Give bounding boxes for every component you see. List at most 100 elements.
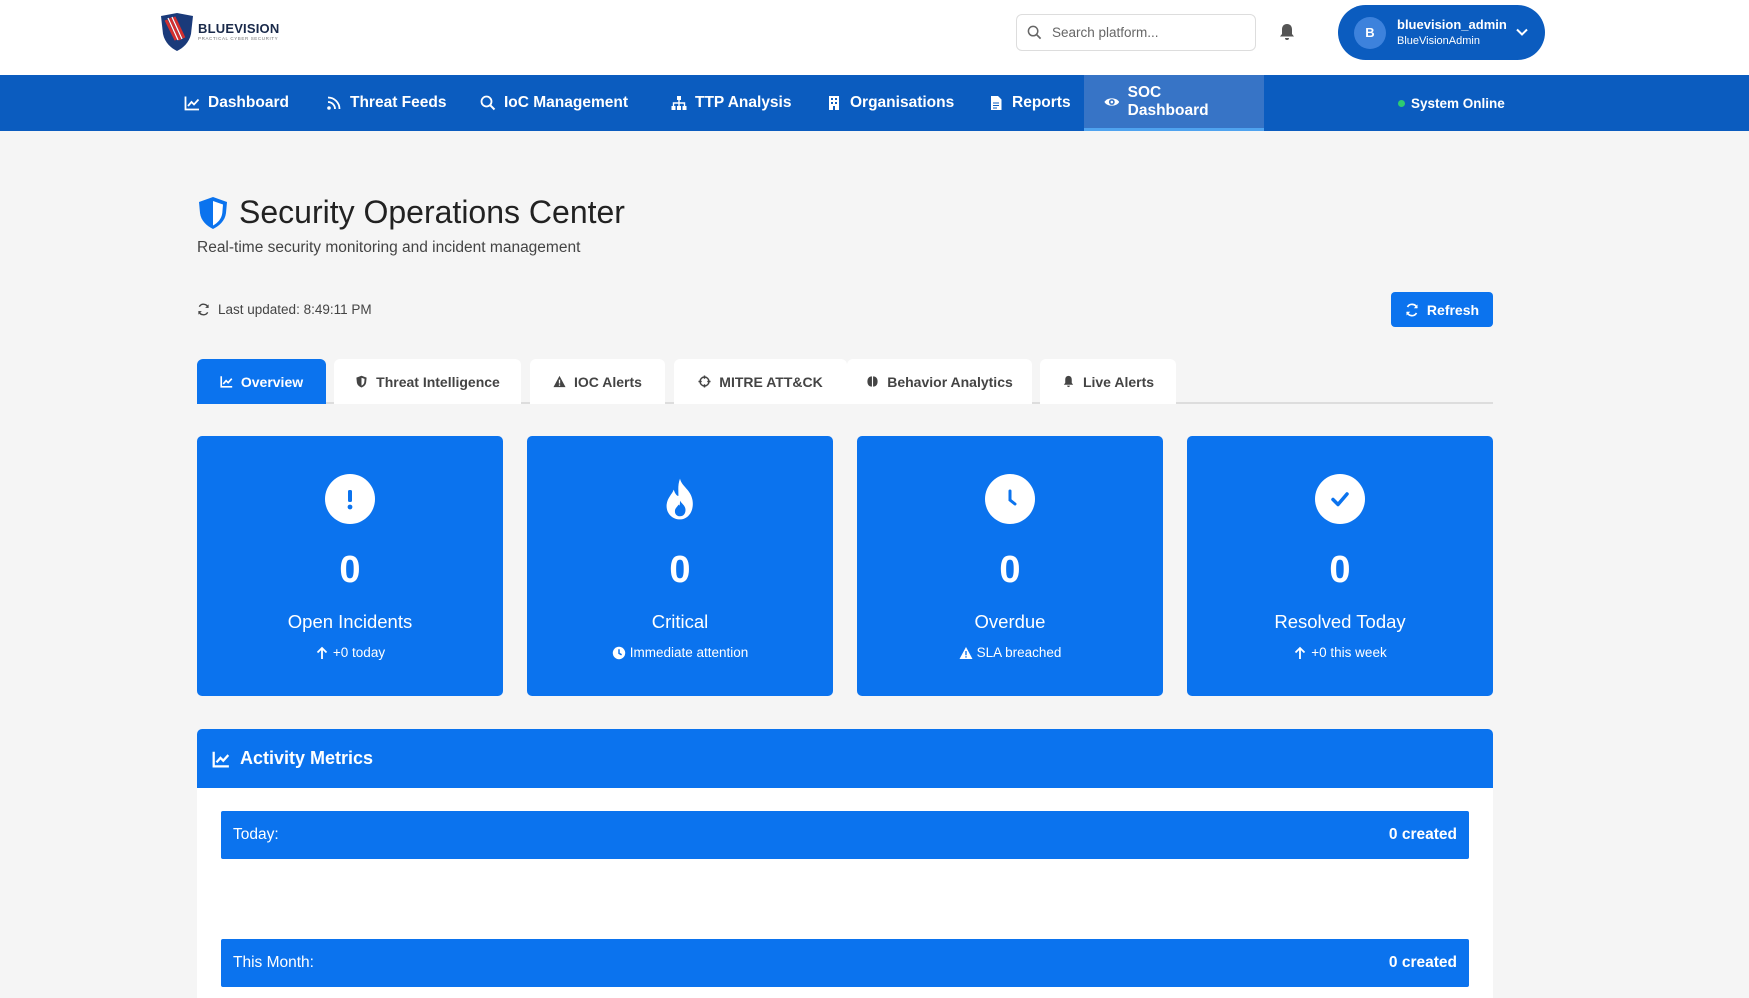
clock-icon: [985, 474, 1035, 524]
stat-sub: SLA breached: [959, 645, 1062, 660]
nav-soc-dashboard[interactable]: SOC Dashboard: [1084, 75, 1264, 131]
metric-row-today: Today: 0 created: [221, 811, 1469, 859]
nav-label: SOC Dashboard: [1127, 83, 1209, 119]
nav-ttp-analysis[interactable]: TTP Analysis: [651, 75, 811, 131]
check-icon: [1315, 474, 1365, 524]
stat-card-open-incidents: 0 Open Incidents +0 today: [197, 436, 503, 696]
metric-label: This Month:: [233, 954, 314, 971]
status-dot-icon: [1398, 99, 1405, 107]
arrow-up-icon: [316, 646, 328, 659]
search-box[interactable]: [1016, 14, 1256, 51]
tab-live-alerts[interactable]: Live Alerts: [1040, 359, 1176, 404]
tab-label: Overview: [240, 373, 304, 390]
nav-dashboard[interactable]: Dashboard: [164, 75, 309, 131]
stat-value: 0: [339, 549, 361, 591]
metric-value: 0 created: [1388, 954, 1457, 971]
page-subtitle: Real-time security monitoring and incide…: [197, 239, 581, 256]
stat-card-resolved-today: 0 Resolved Today +0 this week: [1187, 436, 1493, 696]
tab-label: Threat Intelligence: [376, 373, 500, 390]
tab-mitre-attack[interactable]: MITRE ATT&CK: [674, 359, 847, 404]
main-nav: Dashboard Threat Feeds IoC Management TT…: [0, 75, 1749, 131]
user-menu[interactable]: B bluevision_admin BlueVisionAdmin: [1338, 5, 1545, 60]
metric-value: 0 created: [1388, 826, 1457, 843]
system-status: System Online: [1398, 75, 1505, 131]
search-icon: [1027, 25, 1042, 40]
stat-label: Resolved Today: [1274, 611, 1406, 632]
nav-label: Threat Feeds: [350, 94, 447, 111]
tab-behavior-analytics[interactable]: Behavior Analytics: [847, 359, 1032, 404]
brand-logo[interactable]: BLUEVISION PRACTICAL CYBER SECURITY: [158, 12, 279, 52]
metric-row-this-month: This Month: 0 created: [221, 939, 1469, 987]
stat-sub-text: Immediate attention: [629, 645, 749, 660]
stat-label: Open Incidents: [287, 611, 413, 632]
search-icon: [480, 95, 496, 111]
user-organisation: BlueVisionAdmin: [1397, 35, 1480, 48]
metric-label: Today:: [233, 826, 279, 843]
tab-label: Behavior Analytics: [887, 373, 1013, 390]
system-status-label: System Online: [1411, 95, 1505, 111]
activity-metrics-panel: Activity Metrics Today: 0 created This M…: [197, 729, 1493, 998]
nav-label: Dashboard: [208, 94, 289, 111]
arrow-up-icon: [1295, 646, 1306, 659]
fire-icon: [655, 474, 705, 524]
nav-label: Reports: [1012, 94, 1071, 111]
notification-bell-icon[interactable]: [1277, 22, 1297, 42]
sitemap-icon: [671, 96, 687, 110]
tab-ioc-alerts[interactable]: IOC Alerts: [530, 359, 665, 404]
chart-line-icon: [184, 96, 200, 111]
clock-icon: [612, 646, 625, 659]
stat-sub: +0 this week: [1293, 645, 1387, 660]
nav-reports[interactable]: Reports: [968, 75, 1091, 131]
bell-icon: [1063, 375, 1074, 388]
warning-icon: [553, 375, 566, 388]
page-title: Security Operations Center: [239, 194, 625, 230]
avatar: B: [1354, 16, 1386, 49]
brand-name: BLUEVISION: [198, 21, 280, 37]
nav-ioc-management[interactable]: IoC Management: [460, 75, 648, 131]
nav-label: Organisations: [850, 94, 955, 111]
warning-icon: [959, 646, 973, 659]
top-header: BLUEVISION PRACTICAL CYBER SECURITY B bl…: [0, 0, 1749, 75]
stat-sub: Immediate attention: [612, 645, 749, 660]
brand-tagline: PRACTICAL CYBER SECURITY: [198, 36, 279, 42]
building-icon: [829, 96, 839, 110]
sync-icon: [198, 303, 209, 316]
stat-value: 0: [1329, 549, 1351, 591]
eye-icon: [1104, 97, 1120, 106]
last-updated-text: Last updated: 8:49:11 PM: [218, 302, 372, 317]
stat-value: 0: [669, 549, 691, 591]
tab-overview[interactable]: Overview: [197, 359, 326, 404]
activity-metrics-header: Activity Metrics: [197, 729, 1493, 788]
chart-line-icon: [212, 751, 230, 767]
stat-card-overdue: 0 Overdue SLA breached: [857, 436, 1163, 696]
user-name: bluevision_admin: [1397, 16, 1507, 32]
file-icon: [991, 96, 1002, 110]
refresh-button[interactable]: Refresh: [1391, 292, 1493, 327]
search-input[interactable]: [1052, 25, 1242, 40]
chevron-down-icon: [1516, 28, 1528, 36]
stat-sub: +0 today: [315, 645, 385, 660]
rss-icon: [327, 96, 341, 110]
stat-card-critical: 0 Critical Immediate attention: [527, 436, 833, 696]
tab-label: Live Alerts: [1082, 373, 1155, 390]
nav-threat-feeds[interactable]: Threat Feeds: [306, 75, 466, 131]
nav-label: IoC Management: [504, 94, 629, 111]
exclamation-icon: [325, 474, 375, 524]
chart-line-icon: [220, 376, 233, 388]
page-header: Security Operations Center: [197, 194, 625, 231]
refresh-label: Refresh: [1426, 301, 1480, 318]
shield-icon: [356, 375, 367, 388]
stat-sub-text: SLA breached: [976, 645, 1062, 660]
brain-icon: [867, 376, 878, 387]
stat-label: Critical: [651, 611, 709, 632]
nav-organisations[interactable]: Organisations: [806, 75, 974, 131]
tab-label: MITRE ATT&CK: [719, 373, 823, 390]
shield-icon: [199, 196, 227, 229]
stat-label: Overdue: [974, 611, 1046, 632]
shield-logo-icon: [161, 13, 193, 51]
stat-sub-text: +0 this week: [1311, 645, 1387, 660]
sync-icon: [1406, 303, 1418, 316]
tab-threat-intelligence[interactable]: Threat Intelligence: [334, 359, 521, 404]
tab-label: IOC Alerts: [574, 373, 642, 390]
crosshairs-icon: [698, 375, 711, 388]
